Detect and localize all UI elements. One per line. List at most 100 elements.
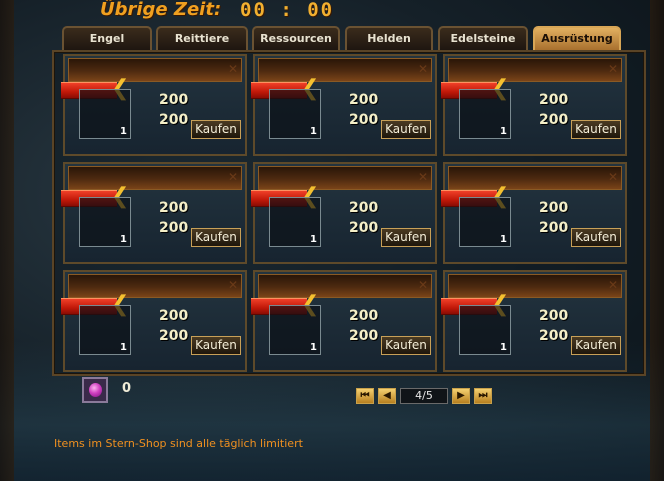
tab-ausruestung[interactable]: Ausrüstung (533, 26, 621, 50)
item-count: 1 (120, 234, 127, 245)
shop-item-card: ✕ ❮ 1 200 200 Kaufen (251, 270, 437, 372)
price-current: 200 (349, 220, 379, 236)
star-gem-icon (82, 377, 108, 403)
item-name-bar: ✕ (448, 274, 622, 298)
item-name-bar: ✕ (448, 166, 622, 190)
item-name-bar: ✕ (68, 274, 242, 298)
next-page-button[interactable]: ▶ (452, 388, 470, 404)
cross-icon: ✕ (227, 170, 238, 184)
tab-label: Edelsteine (450, 32, 516, 45)
item-name-bar: ✕ (448, 58, 622, 82)
item-slot[interactable]: 1 (459, 305, 511, 355)
shop-item-card: ✕ ❮ 1 200 200 Kaufen (251, 162, 437, 264)
tab-label: Engel (89, 32, 125, 45)
price-original: 200 (349, 200, 379, 216)
previous-page-icon: ◀ (383, 390, 391, 401)
cross-icon: ✕ (607, 62, 618, 76)
price-current: 200 (539, 220, 569, 236)
right-frame-rail (650, 0, 664, 481)
last-page-button[interactable]: ⏭ (474, 388, 492, 404)
price-original: 200 (539, 308, 569, 324)
item-slot[interactable]: 1 (269, 305, 321, 355)
item-name-bar: ✕ (258, 58, 432, 82)
shop-item-card: ✕ ❮ 1 200 200 Kaufen (251, 54, 437, 156)
shop-item-card: ✕ ❮ 1 200 200 Kaufen (441, 54, 627, 156)
tab-engel[interactable]: Engel (62, 26, 152, 50)
buy-button[interactable]: Kaufen (381, 336, 431, 355)
item-name-bar: ✕ (258, 166, 432, 190)
item-count: 1 (120, 126, 127, 137)
price-current: 200 (159, 328, 189, 344)
page-indicator: 4/5 (400, 388, 448, 404)
item-slot[interactable]: 1 (269, 89, 321, 139)
item-slot[interactable]: 1 (459, 197, 511, 247)
buy-button[interactable]: Kaufen (571, 120, 621, 139)
item-count: 1 (310, 234, 317, 245)
tab-edelsteine[interactable]: Edelsteine (438, 26, 528, 50)
cross-icon: ✕ (417, 170, 428, 184)
item-count: 1 (500, 342, 507, 353)
item-slot[interactable]: 1 (459, 89, 511, 139)
item-count: 1 (500, 126, 507, 137)
price-original: 200 (349, 92, 379, 108)
buy-button[interactable]: Kaufen (381, 228, 431, 247)
price-current: 200 (159, 112, 189, 128)
time-label: Übrige Zeit: (100, 0, 222, 20)
shop-item-card: ✕ ❮ 1 200 200 Kaufen (61, 162, 247, 264)
shop-item-card: ✕ ❮ 1 200 200 Kaufen (441, 270, 627, 372)
last-page-icon: ⏭ (478, 390, 488, 401)
price-current: 200 (539, 328, 569, 344)
price-current: 200 (159, 220, 189, 236)
price-original: 200 (159, 308, 189, 324)
tab-label: Helden (367, 32, 411, 45)
price-original: 200 (159, 92, 189, 108)
price-original: 200 (539, 92, 569, 108)
buy-button[interactable]: Kaufen (191, 120, 241, 139)
timer-bar: Übrige Zeit: 00 : 00 (0, 0, 664, 24)
buy-button[interactable]: Kaufen (571, 228, 621, 247)
gem-core (89, 383, 102, 397)
shop-item-card: ✕ ❮ 1 200 200 Kaufen (441, 162, 627, 264)
cross-icon: ✕ (607, 170, 618, 184)
first-page-icon: ⏮ (360, 390, 370, 401)
tab-reittiere[interactable]: Reittiere (156, 26, 248, 50)
cross-icon: ✕ (607, 278, 618, 292)
tab-label: Ausrüstung (541, 32, 613, 45)
item-slot[interactable]: 1 (269, 197, 321, 247)
item-slot[interactable]: 1 (79, 89, 131, 139)
time-value: 00 : 00 (240, 0, 335, 21)
item-name-bar: ✕ (68, 58, 242, 82)
tab-label: Reittiere (174, 32, 230, 45)
price-current: 200 (539, 112, 569, 128)
buy-button[interactable]: Kaufen (191, 228, 241, 247)
buy-button[interactable]: Kaufen (191, 336, 241, 355)
shop-item-card: ✕ ❮ 1 200 200 Kaufen (61, 270, 247, 372)
tab-ressourcen[interactable]: Ressourcen (252, 26, 340, 50)
item-name-bar: ✕ (258, 274, 432, 298)
first-page-button[interactable]: ⏮ (356, 388, 374, 404)
tab-helden[interactable]: Helden (345, 26, 433, 50)
item-count: 1 (120, 342, 127, 353)
item-slot[interactable]: 1 (79, 197, 131, 247)
price-original: 200 (539, 200, 569, 216)
item-name-bar: ✕ (68, 166, 242, 190)
buy-button[interactable]: Kaufen (381, 120, 431, 139)
left-frame-rail (0, 0, 14, 481)
item-count: 1 (310, 342, 317, 353)
buy-button[interactable]: Kaufen (571, 336, 621, 355)
previous-page-button[interactable]: ◀ (378, 388, 396, 404)
item-count: 1 (500, 234, 507, 245)
tab-label: Ressourcen (260, 32, 332, 45)
shop-item-card: ✕ ❮ 1 200 200 Kaufen (61, 54, 247, 156)
price-current: 200 (349, 328, 379, 344)
next-page-icon: ▶ (457, 390, 465, 401)
item-count: 1 (310, 126, 317, 137)
cross-icon: ✕ (227, 278, 238, 292)
price-current: 200 (349, 112, 379, 128)
cross-icon: ✕ (417, 62, 428, 76)
cross-icon: ✕ (417, 278, 428, 292)
currency-amount: 0 (122, 381, 132, 396)
price-original: 200 (349, 308, 379, 324)
item-slot[interactable]: 1 (79, 305, 131, 355)
price-original: 200 (159, 200, 189, 216)
